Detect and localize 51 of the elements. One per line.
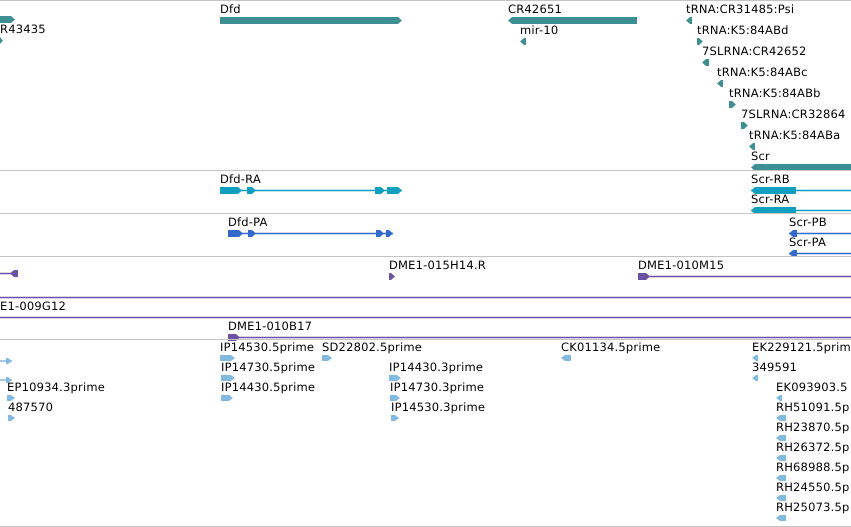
feature-label: Scr xyxy=(751,149,770,163)
feature-label: IP14530.3prime xyxy=(391,400,486,414)
feature-label: 7SLRNA:CR42652 xyxy=(702,44,807,58)
feature-label: mir-10 xyxy=(520,23,558,37)
feature-label: RH68988.5p xyxy=(776,460,850,474)
feature-line[interactable] xyxy=(0,294,851,301)
feature-arrow-icon[interactable] xyxy=(389,273,395,280)
feature-label: CK01134.5prime xyxy=(561,340,660,354)
feature-label: Scr-RA xyxy=(751,192,790,206)
feature-label: R43435 xyxy=(0,22,46,36)
feature-arrow-icon[interactable] xyxy=(0,270,18,277)
feature-label: EK093903.5 xyxy=(776,380,848,394)
feature-label: 487570 xyxy=(8,400,54,414)
feature-label: RH25073.5p xyxy=(776,500,850,514)
feature-label: tRNA:K5:84ABd xyxy=(697,23,789,37)
feature-label: DME1-010M15 xyxy=(638,258,724,272)
feature-label: Scr-PA xyxy=(789,235,826,249)
feature-label: tRNA:K5:84ABa xyxy=(749,128,840,142)
feature-label: DME1-015H14.R xyxy=(389,258,486,272)
feature-label: RH51091.5p xyxy=(776,400,850,414)
feature-label: tRNA:CR31485:Psi xyxy=(686,2,794,16)
feature-label: IP14430.5prime xyxy=(221,380,316,394)
feature-arrow-icon[interactable] xyxy=(789,250,851,257)
feature-label: 7SLRNA:CR32864 xyxy=(741,107,846,121)
feature-label: E1-009G12 xyxy=(0,299,66,313)
feature-label: Scr-RB xyxy=(751,172,790,186)
feature-label: SD22802.5prime xyxy=(322,340,422,354)
feature-label: DME1-010B17 xyxy=(228,319,312,333)
feature-label: RH24550.5p xyxy=(776,480,850,494)
feature-arrow-icon[interactable] xyxy=(0,377,12,383)
feature-label: IP14730.5prime xyxy=(221,360,316,374)
feature-label: Scr-PB xyxy=(789,215,827,229)
feature-label: tRNA:K5:84ABc xyxy=(717,65,808,79)
feature-arrow-icon[interactable] xyxy=(228,334,851,341)
feature-label: tRNA:K5:84ABb xyxy=(729,86,821,100)
feature-label: CR42651 xyxy=(508,2,562,16)
feature-arrow-icon[interactable] xyxy=(228,230,393,237)
feature-label: Dfd xyxy=(220,2,241,16)
feature-label: RH23870.5p xyxy=(776,420,850,434)
feature-label: Dfd-PA xyxy=(228,215,268,229)
feature-label: RH26372.5p xyxy=(776,440,850,454)
feature-label: IP14430.3prime xyxy=(389,360,484,374)
feature-label: EK229121.5prim xyxy=(752,340,851,354)
feature-label: IP14730.3prime xyxy=(390,380,484,394)
feature-line[interactable] xyxy=(0,314,851,321)
feature-label: EP10934.3prime xyxy=(7,380,106,394)
feature-label: Dfd-RA xyxy=(220,172,261,186)
feature-arrow-icon[interactable] xyxy=(638,273,851,280)
feature-arrow-icon[interactable] xyxy=(789,230,851,237)
feature-label: 349591 xyxy=(752,360,798,374)
feature-label: IP14530.5prime xyxy=(220,340,314,354)
